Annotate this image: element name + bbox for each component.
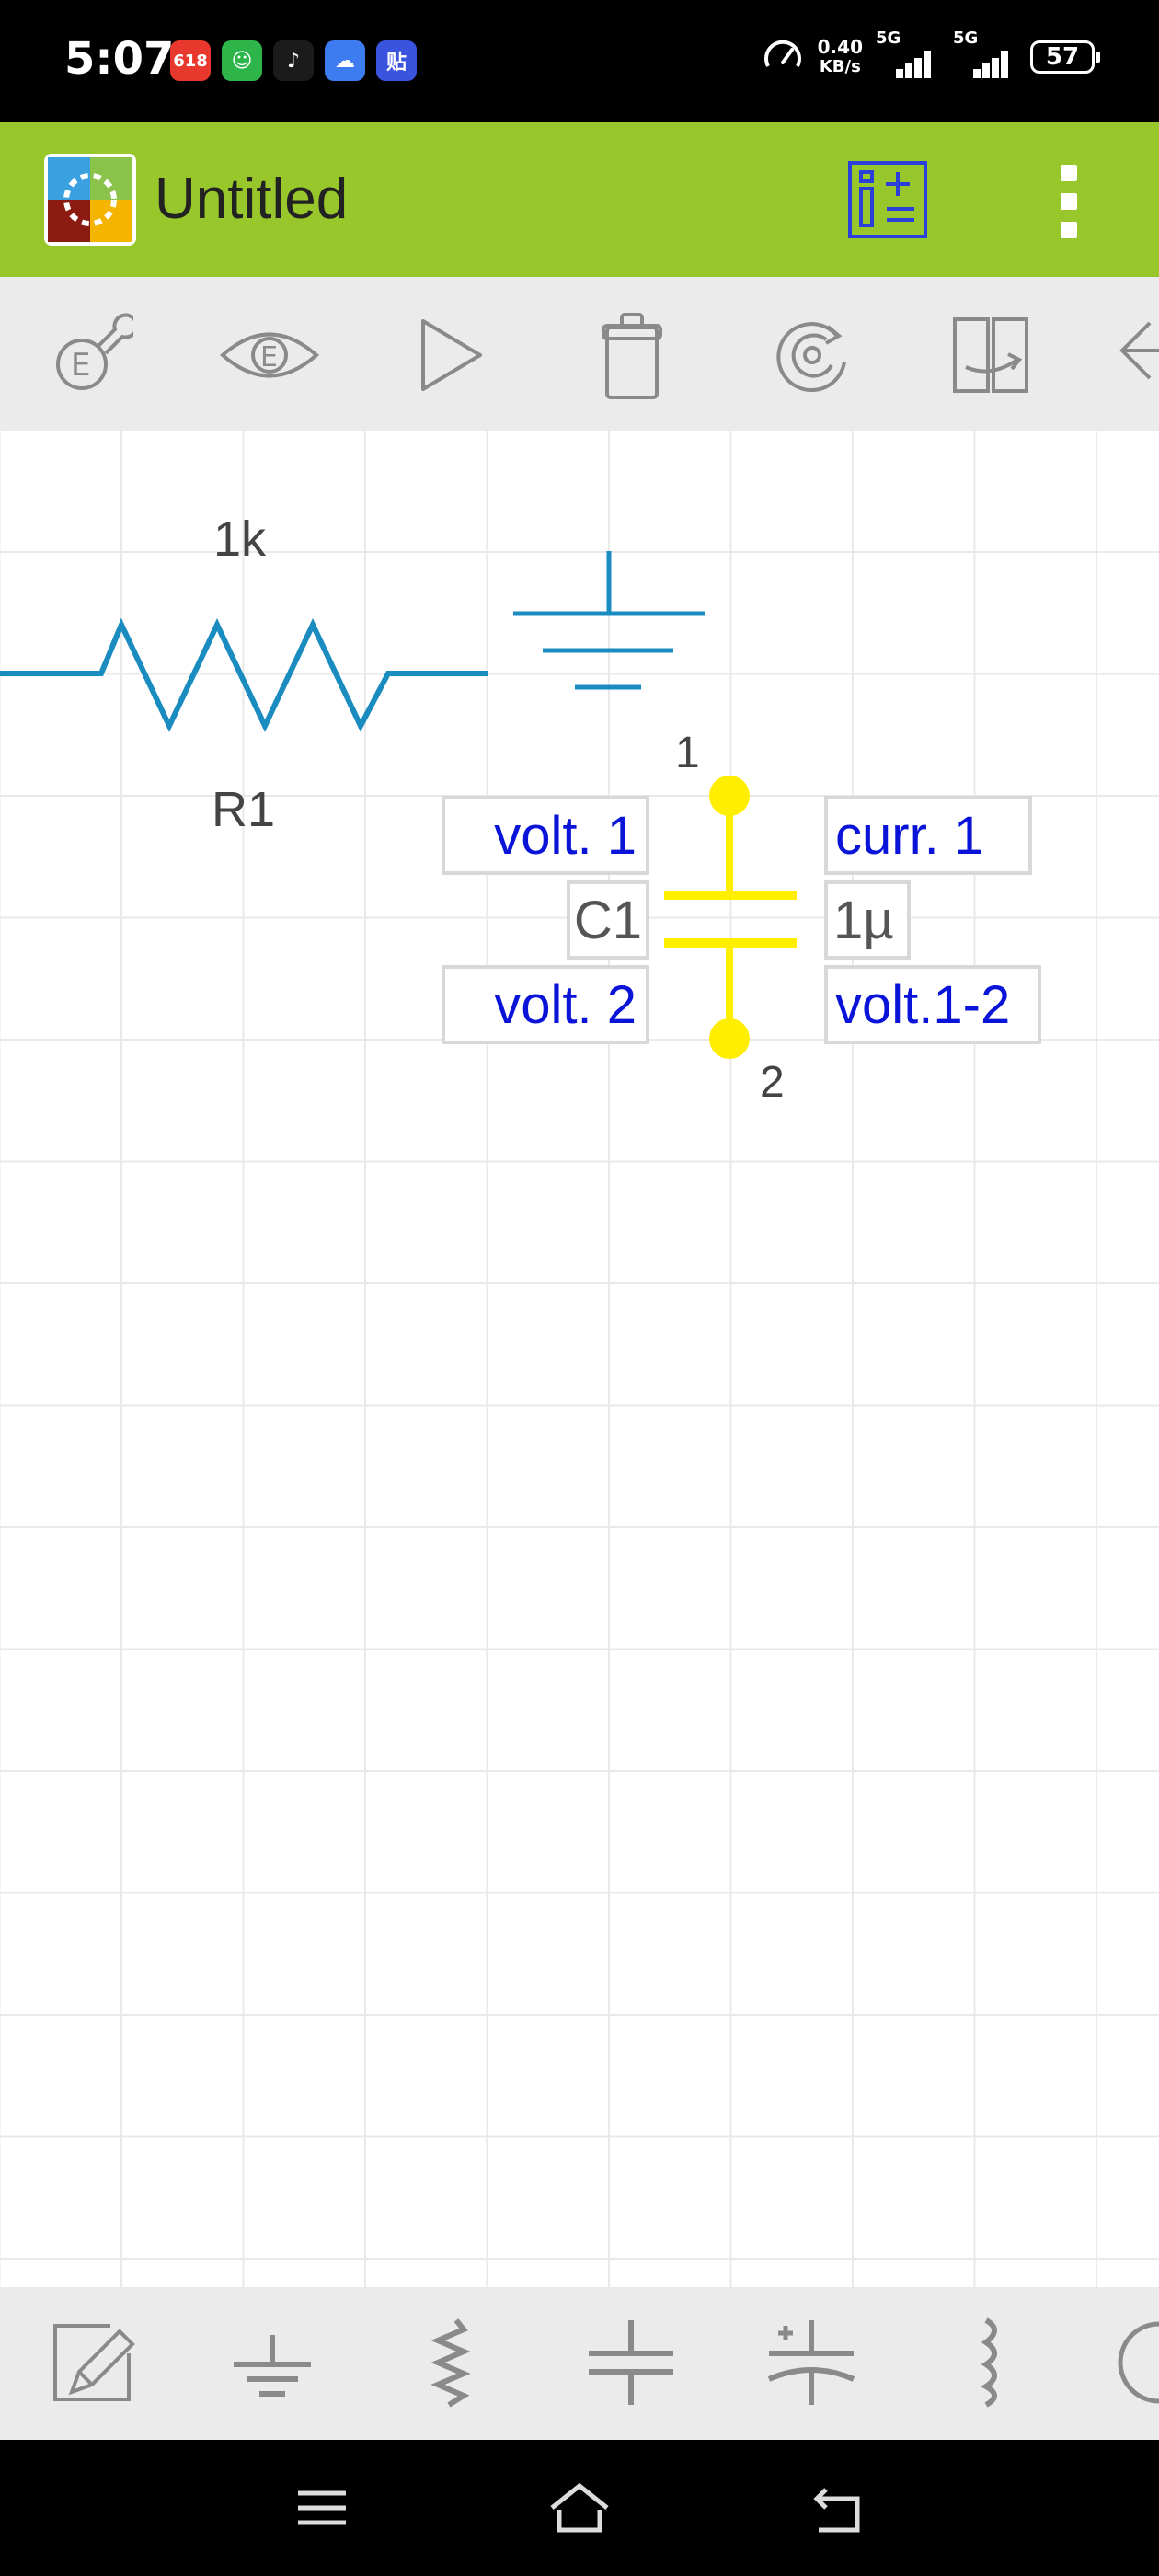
bottom-toolbar: [0, 2287, 1159, 2440]
battery-level: 57: [1045, 43, 1080, 71]
capacitor-pin2-label: 2: [760, 1058, 785, 1107]
notification-icons: 618 ☺ ♪ ☁ 贴: [170, 40, 417, 81]
probe-volt12-text: volt.1-2: [835, 974, 1011, 1035]
circuit-drawing: [0, 551, 797, 1059]
run-simulation-button[interactable]: [400, 305, 501, 406]
flip-button[interactable]: [940, 305, 1041, 406]
battery-indicator: 57: [1030, 40, 1100, 74]
capacitor-value-text: 1µ: [833, 890, 894, 950]
view-eye-icon: E: [219, 332, 320, 378]
inductor-button[interactable]: [938, 2309, 1045, 2416]
ground-symbol[interactable]: [513, 551, 705, 690]
top-toolbar: E E: [0, 277, 1159, 431]
more-tools-button[interactable]: [1113, 305, 1159, 406]
svg-text:E: E: [71, 347, 90, 384]
flip-icon: [953, 317, 1028, 393]
delete-button[interactable]: [581, 305, 683, 406]
edit-settings-icon: E: [56, 313, 133, 390]
status-bar: 5:07 618 ☺ ♪ ☁ 贴 0.40 KB/s 5G 5G 57: [0, 0, 1159, 122]
signal-strength-1: 5G: [876, 29, 940, 78]
signal-label-1: 5G: [876, 29, 901, 48]
dot-icon: [1061, 165, 1077, 181]
navigation-bar: [0, 2440, 1159, 2576]
probe-volt12[interactable]: volt.1-2: [824, 965, 1041, 1044]
cloud-app-icon: ☁: [325, 40, 365, 81]
circuit-canvas[interactable]: 1k R1 1 2 volt. 1 C1 volt. 2 curr. 1 1µ …: [0, 431, 1159, 2287]
status-right-area: 0.40 KB/s 5G 5G 57: [761, 29, 1100, 79]
app-bar: Untitled: [0, 122, 1159, 277]
capacitor-c1[interactable]: [664, 776, 797, 1059]
tiktok-icon: ♪: [273, 40, 314, 81]
probe-volt1[interactable]: volt. 1: [442, 796, 649, 875]
probe-volt2-text: volt. 2: [494, 974, 637, 1035]
shopping-618-icon: 618: [170, 40, 211, 81]
draw-wire-button[interactable]: [39, 2309, 145, 2416]
net-speed-value: 0.40: [817, 36, 863, 58]
resistor-value-label: 1k: [213, 512, 267, 567]
capacitor-value-box[interactable]: 1µ: [824, 880, 911, 960]
app-title: Untitled: [155, 167, 349, 231]
pin-1-handle: [709, 776, 750, 816]
status-time: 5:07: [64, 33, 175, 85]
rotate-button[interactable]: [762, 305, 863, 406]
net-speed-unit: KB/s: [819, 57, 861, 76]
resistor-name-label: R1: [212, 782, 276, 837]
more-components-icon: [1118, 2321, 1159, 2404]
signal-strength-2: 5G: [953, 29, 1017, 78]
pin-2-handle: [709, 1018, 750, 1059]
edit-settings-button[interactable]: E: [41, 305, 143, 406]
component-list-button[interactable]: [848, 161, 927, 238]
polarized-capacitor-button[interactable]: [758, 2309, 865, 2416]
capacitor-pin1-label: 1: [675, 729, 700, 777]
play-icon: [421, 319, 482, 391]
draw-wire-icon: [53, 2324, 135, 2401]
dot-icon: [1061, 193, 1077, 210]
ground-icon: [234, 2335, 311, 2397]
app-logo-icon: [44, 154, 136, 246]
probe-volt2[interactable]: volt. 2: [442, 965, 649, 1044]
overflow-menu-button[interactable]: [1058, 165, 1080, 238]
net-speed: 0.40 KB/s: [818, 37, 863, 77]
dot-icon: [1061, 222, 1077, 238]
probe-curr1[interactable]: curr. 1: [824, 796, 1032, 875]
capacitor-name-box[interactable]: C1: [567, 880, 649, 960]
resistor-r1[interactable]: [0, 617, 488, 733]
polarized-capacitor-icon: [767, 2320, 855, 2405]
delete-icon: [602, 313, 662, 399]
back-icon[interactable]: [806, 2480, 872, 2536]
tieba-icon: 贴: [376, 40, 417, 81]
signal-label-2: 5G: [953, 29, 979, 48]
resistor-icon: [430, 2318, 471, 2408]
resistor-button[interactable]: [397, 2309, 504, 2416]
probe-volt1-text: volt. 1: [494, 805, 637, 866]
menu-icon[interactable]: [289, 2480, 355, 2536]
view-button[interactable]: E: [219, 305, 320, 406]
ground-button[interactable]: [219, 2309, 326, 2416]
more-tools-icon: [1119, 321, 1159, 380]
probe-curr1-text: curr. 1: [835, 805, 984, 866]
capacitor-name-text: C1: [573, 890, 643, 950]
capacitor-icon: [589, 2320, 673, 2405]
inductor-icon: [981, 2317, 997, 2408]
svg-text:E: E: [260, 341, 278, 374]
home-icon[interactable]: [546, 2480, 613, 2536]
more-components-button[interactable]: [1113, 2309, 1159, 2416]
app-green-icon: ☺: [222, 40, 262, 81]
capacitor-button[interactable]: [578, 2309, 684, 2416]
rotate-icon: [776, 322, 846, 392]
speedometer-icon: [763, 40, 801, 67]
